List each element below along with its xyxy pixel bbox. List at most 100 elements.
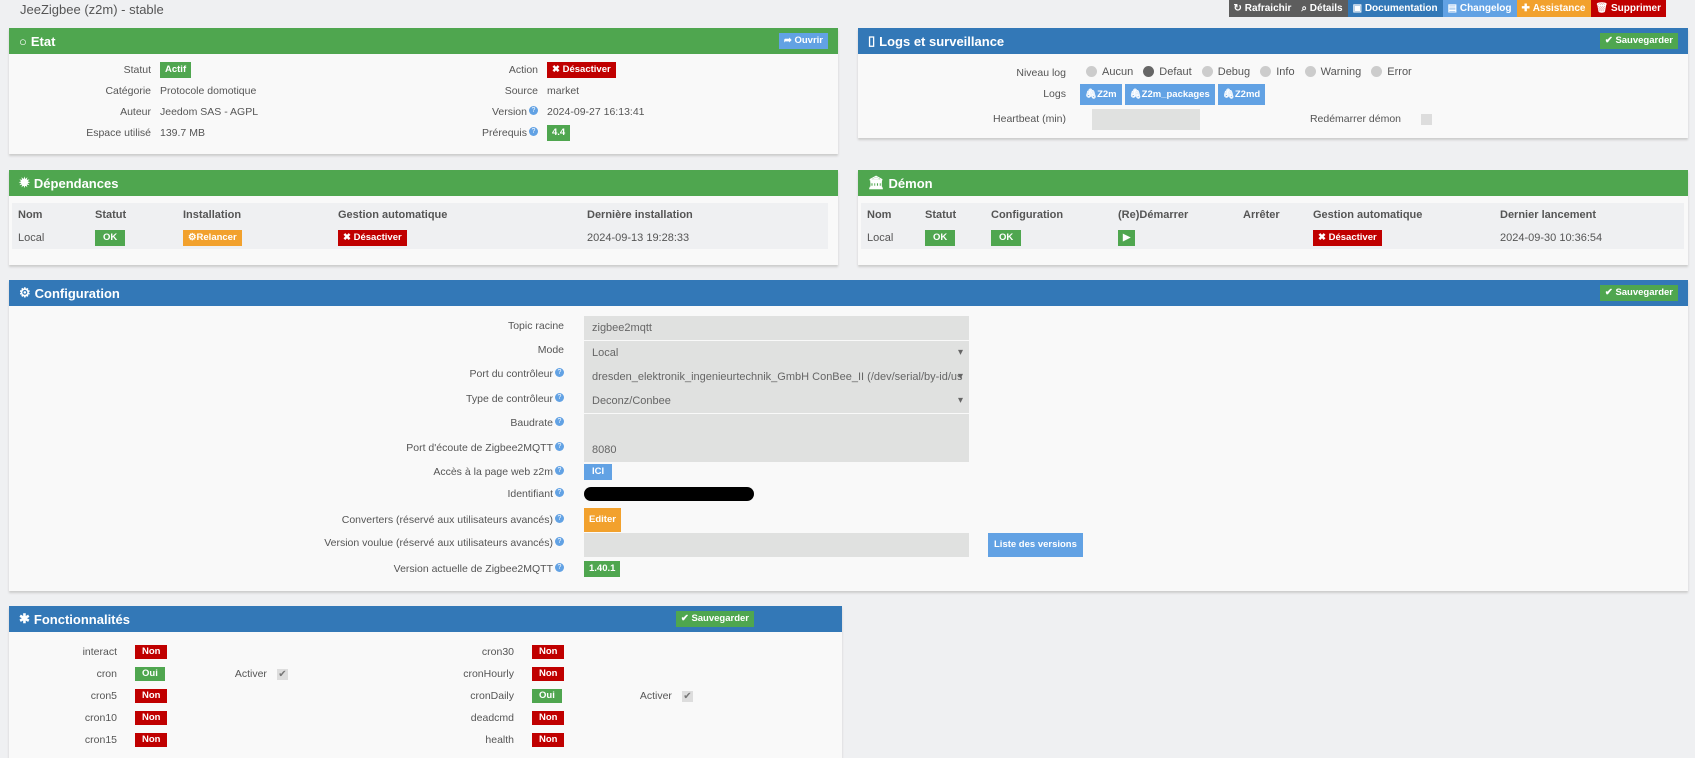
col-header: Installation <box>177 203 332 226</box>
deactivate-button[interactable]: ✖ Désactiver <box>338 229 407 246</box>
details-button[interactable]: ⌕ Détails <box>1296 0 1348 17</box>
radio-warning[interactable]: Warning <box>1304 66 1361 78</box>
daemon-table: Nom Statut Configuration (Re)Démarrer Arrête… <box>861 203 1684 249</box>
log-z2m-packages-button[interactable]: 🖇Z2m_packages <box>1124 83 1215 105</box>
panel-title: Fonctionnalités <box>33 611 130 627</box>
topic-input[interactable]: zigbee2mqtt <box>584 316 969 340</box>
label: Accès à la page web z2m <box>433 466 553 478</box>
save-button[interactable]: ✔ Sauvegarder <box>1599 33 1678 49</box>
label: Redémarrer démon <box>1309 113 1401 125</box>
gears-icon: ⚙ <box>19 285 31 300</box>
name: Local <box>861 226 919 249</box>
help-icon[interactable]: ? <box>555 393 564 402</box>
label: Baudrate <box>510 417 553 429</box>
activate-checkbox[interactable]: ✔ <box>681 690 693 702</box>
label: Converters (réservé aux utilisateurs ava… <box>341 514 553 526</box>
radio-defaut[interactable]: Defaut <box>1143 66 1192 78</box>
help-icon[interactable]: ? <box>555 563 564 572</box>
panel-title: Etat <box>30 33 56 49</box>
config-badge: OK <box>991 229 1022 246</box>
feature-label: cron30 <box>481 646 514 658</box>
refresh-button[interactable]: ↻ Rafraichir <box>1228 0 1297 17</box>
panel-title: Démon <box>888 175 933 191</box>
circle-icon: ○ <box>19 33 27 49</box>
top-toolbar: ↻ Rafraichir ⌕ Détails ▣ Documentation ▤… <box>1228 0 1666 17</box>
feature-status-badge: Non <box>532 733 565 747</box>
value: market <box>547 85 580 97</box>
radio-aucun[interactable]: Aucun <box>1086 66 1133 78</box>
mode-select[interactable]: Local <box>584 341 969 365</box>
feature-label: health <box>485 734 514 746</box>
table-row: Local OK ⚙Relancer ✖ Désactiver 2024-09-13 1… <box>12 226 828 249</box>
version-list-button[interactable]: Liste des versions <box>988 533 1083 557</box>
label: Type de contrôleur <box>466 393 553 405</box>
edit-converters-button[interactable]: Editer <box>584 508 621 532</box>
help-icon[interactable]: ? <box>555 537 564 546</box>
daemon-panel: 🏛 Démon Nom Statut Configuration (Re)Démarre… <box>858 170 1688 265</box>
col-header: Dernière installation <box>581 203 828 226</box>
status-badge: OK <box>95 229 126 246</box>
deactivate-button[interactable]: ✖ Désactiver <box>1313 229 1382 246</box>
deactivate-button[interactable]: ✖ Désactiver <box>547 62 616 78</box>
log-z2m-button[interactable]: 🖇Z2m <box>1080 83 1122 105</box>
controller-type-select[interactable]: Deconz/Conbee <box>584 389 969 413</box>
col-header: Dernier lancement <box>1494 203 1684 226</box>
help-icon[interactable]: ? <box>555 417 564 426</box>
help-icon[interactable]: ? <box>555 488 564 497</box>
name: Local <box>12 226 89 249</box>
help-icon[interactable]: ? <box>529 106 538 115</box>
help-icon[interactable]: ? <box>555 368 564 377</box>
col-header: Gestion automatique <box>332 203 581 226</box>
relaunch-button[interactable]: ⚙Relancer <box>183 229 242 246</box>
panel-title: Dépendances <box>33 175 119 191</box>
label: Prérequis <box>482 127 527 139</box>
feature-status-badge: Non <box>532 667 565 681</box>
col-header: Gestion automatique <box>1307 203 1494 226</box>
save-button[interactable]: ✔ Sauvegarder <box>675 611 754 627</box>
assistance-button[interactable]: ✚ Assistance <box>1516 0 1591 17</box>
baudrate-input[interactable] <box>584 414 969 438</box>
web-page-link-button[interactable]: ICI <box>584 464 613 480</box>
label: Source <box>504 85 538 97</box>
label: Topic racine <box>507 320 564 332</box>
save-button[interactable]: ✔ Sauvegarder <box>1599 285 1678 301</box>
documentation-button[interactable]: ▣ Documentation <box>1347 0 1443 17</box>
delete-button[interactable]: 🗑 Supprimer <box>1590 0 1666 17</box>
feature-status-badge: Non <box>532 711 565 725</box>
feature-label: cronDaily <box>470 690 514 702</box>
prerequisite-badge: 4.4 <box>547 125 571 141</box>
radio-debug[interactable]: Debug <box>1201 66 1250 78</box>
col-header: Arrêter <box>1237 203 1307 226</box>
current-version-badge: 1.40.1 <box>584 561 621 577</box>
col-header: Nom <box>861 203 919 226</box>
changelog-button[interactable]: ▤ Changelog <box>1442 0 1517 17</box>
log-level-radio-group: Aucun Defaut Debug Info Warning Error <box>1086 66 1419 81</box>
status-badge: OK <box>925 229 956 246</box>
help-icon[interactable]: ? <box>555 466 564 475</box>
label: Action <box>508 64 538 76</box>
radio-error[interactable]: Error <box>1371 66 1412 78</box>
help-icon[interactable]: ? <box>555 442 564 451</box>
wanted-version-input[interactable] <box>584 533 969 557</box>
listen-port-input[interactable]: 8080 <box>584 438 969 462</box>
help-icon[interactable]: ? <box>529 127 538 136</box>
log-z2md-button[interactable]: 🖇Z2md <box>1217 83 1266 105</box>
feature-status-badge: Non <box>532 645 565 659</box>
open-button[interactable]: ➦ Ouvrir <box>778 33 828 49</box>
controller-port-select[interactable]: dresden_elektronik_ingenieurtechnik_GmbH… <box>584 365 969 389</box>
start-daemon-button[interactable]: ▶ <box>1118 229 1136 246</box>
label: Port du contrôleur <box>469 368 553 380</box>
radio-info[interactable]: Info <box>1260 66 1295 78</box>
label: Port d'écoute de Zigbee2MQTT <box>406 442 553 454</box>
label: Niveau log <box>1016 67 1066 79</box>
puzzle-icon: ✱ <box>19 611 30 626</box>
configuration-panel: ⚙ Configuration ✔ Sauvegarder Topic racin… <box>9 280 1688 591</box>
feature-label: deadcmd <box>470 712 514 724</box>
dependencies-panel: ✹ Dépendances Nom Statut Installation Gestio… <box>9 170 838 265</box>
label: Version actuelle de Zigbee2MQTT <box>393 563 553 575</box>
col-header: Statut <box>919 203 985 226</box>
restart-daemon-checkbox[interactable] <box>1421 113 1432 125</box>
col-header: (Re)Démarrer <box>1112 203 1237 226</box>
etat-panel: ○ Etat ➦ Ouvrir Statut Actif Catégorie Prot… <box>9 28 838 154</box>
help-icon[interactable]: ? <box>555 514 564 523</box>
